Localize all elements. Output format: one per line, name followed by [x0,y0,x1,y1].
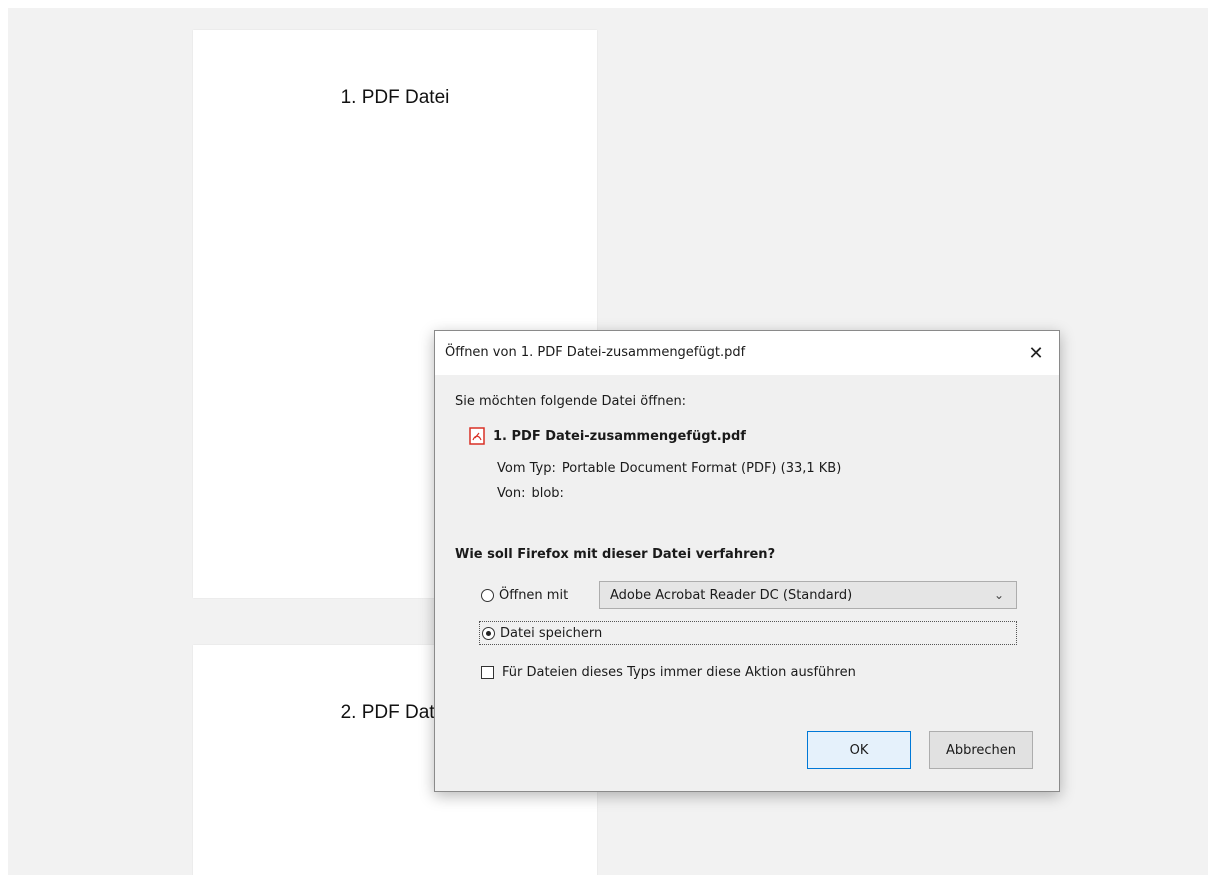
file-source-label: Von: [497,486,526,501]
open-with-radio-row[interactable]: Öffnen mit [481,588,568,603]
file-type-row: Vom Typ: Portable Document Format (PDF) … [497,461,841,476]
open-with-selected-value: Adobe Acrobat Reader DC (Standard) [610,587,853,603]
file-type-value: Portable Document Format (PDF) (33,1 KB) [561,461,842,476]
pdf-file-icon [469,427,485,445]
close-button[interactable]: ✕ [1013,331,1059,375]
dialog-intro-text: Sie möchten folgende Datei öffnen: [455,394,687,409]
always-action-checkbox[interactable] [481,666,494,679]
file-name: 1. PDF Datei-zusammengefügt.pdf [493,428,746,444]
file-source-value: blob: [531,486,564,501]
file-type-label: Vom Typ: [497,461,556,476]
open-with-select[interactable]: Adobe Acrobat Reader DC (Standard) ⌄ [599,581,1017,609]
ok-button[interactable]: OK [807,731,911,769]
dialog-titlebar: Öffnen von 1. PDF Datei-zusammengefügt.p… [435,331,1059,375]
page-1-text: 1. PDF Datei [340,87,450,108]
file-row: 1. PDF Datei-zusammengefügt.pdf [469,427,746,445]
open-with-radio[interactable] [481,589,494,602]
cancel-button[interactable]: Abbrechen [929,731,1033,769]
chevron-down-icon: ⌄ [993,588,1004,602]
dialog-title: Öffnen von 1. PDF Datei-zusammengefügt.p… [445,345,746,360]
always-action-checkbox-row[interactable]: Für Dateien dieses Typs immer diese Akti… [481,665,856,680]
file-source-row: Von: blob: [497,486,564,501]
save-file-radio[interactable] [482,626,495,640]
action-question: Wie soll Firefox mit dieser Datei verfah… [455,547,776,562]
always-action-label: Für Dateien dieses Typs immer diese Akti… [502,665,856,680]
open-with-label: Öffnen mit [499,588,569,603]
save-file-radio-row[interactable]: Datei speichern [479,621,1017,645]
open-file-dialog: Öffnen von 1. PDF Datei-zusammengefügt.p… [434,330,1060,792]
save-file-label: Datei speichern [500,625,603,641]
close-icon: ✕ [1028,342,1044,364]
